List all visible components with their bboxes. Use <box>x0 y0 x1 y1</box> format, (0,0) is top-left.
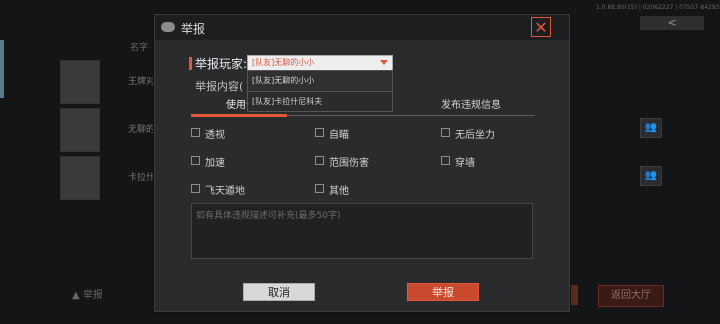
report-dialog: 举报 ✕ 举报玩家: [队友]无聊的小小 [队友]无聊的小小 [队友]卡拉什尼科… <box>154 14 570 312</box>
avatar <box>60 108 100 152</box>
column-header-name: 名字 <box>130 43 149 53</box>
report-content-label: 举报内容( <box>195 80 244 93</box>
report-player-label: 举报玩家: <box>195 57 248 71</box>
player-select[interactable]: [队友]无聊的小小 <box>247 55 393 71</box>
dialog-title: 举报 <box>181 22 206 36</box>
option-label: 无后坐力 <box>455 130 495 141</box>
option-label: 加速 <box>205 158 225 169</box>
return-lobby-button[interactable]: 返回大厅 <box>598 285 664 307</box>
player-row[interactable]: 王牌对 <box>56 60 156 104</box>
background-report-button[interactable]: ▲ 举报 <box>72 286 103 301</box>
tab-active-indicator <box>191 114 287 117</box>
checkbox[interactable] <box>191 184 200 193</box>
version-info: 1.0.88.80(15) | 02062227 | 07557-84293 |… <box>596 4 720 11</box>
checkbox[interactable] <box>441 156 450 165</box>
checkbox[interactable] <box>191 156 200 165</box>
textarea-placeholder: 如有具体违规描述可补充(最多50字) <box>196 211 341 221</box>
player-name: 无聊的 <box>128 125 156 135</box>
tab-underline <box>287 115 535 116</box>
background-report-label: 举报 <box>82 290 103 301</box>
option-label: 范围伤害 <box>329 158 369 169</box>
description-textarea[interactable]: 如有具体违规描述可补充(最多50字) <box>191 203 533 259</box>
cancel-button[interactable]: 取消 <box>243 283 315 301</box>
report-submit-button[interactable]: 举报 <box>407 283 479 301</box>
option-label: 自瞄 <box>329 130 349 141</box>
add-friend-icon[interactable]: 👥 <box>640 118 662 138</box>
player-name: 王牌对 <box>128 77 156 87</box>
option-label: 穿墙 <box>455 158 475 169</box>
checkbox[interactable] <box>441 128 450 137</box>
left-accent-bar <box>0 40 4 98</box>
checkbox[interactable] <box>191 128 200 137</box>
player-option[interactable]: [队友]无聊的小小 <box>248 71 392 90</box>
avatar <box>60 156 100 200</box>
player-row[interactable]: 无聊的 <box>56 108 156 152</box>
checkbox[interactable] <box>315 128 324 137</box>
option-label: 透视 <box>205 130 225 141</box>
back-button[interactable]: < <box>640 16 704 30</box>
add-friend-icon[interactable]: 👥 <box>640 166 662 186</box>
player-name: 卡拉什 <box>128 173 156 183</box>
player-option[interactable]: [队友]卡拉什尼科夫 <box>248 91 392 110</box>
checkbox[interactable] <box>315 184 324 193</box>
checkbox[interactable] <box>315 156 324 165</box>
report-icon <box>161 22 175 32</box>
player-row[interactable]: 卡拉什 <box>56 156 156 200</box>
option-label: 飞天遁地 <box>205 186 245 197</box>
player-dropdown: [队友]无聊的小小 [队友]卡拉什尼科夫 <box>247 70 393 112</box>
caret-down-icon <box>380 60 388 65</box>
option-label: 其他 <box>329 186 349 197</box>
avatar <box>60 60 100 104</box>
tab-illegal-info[interactable]: 发布违规信息 <box>415 97 527 115</box>
selected-player: [队友]无聊的小小 <box>252 58 315 67</box>
label-marker <box>189 57 192 70</box>
close-button[interactable]: ✕ <box>531 17 551 37</box>
dialog-titlebar: 举报 ✕ <box>155 15 569 40</box>
